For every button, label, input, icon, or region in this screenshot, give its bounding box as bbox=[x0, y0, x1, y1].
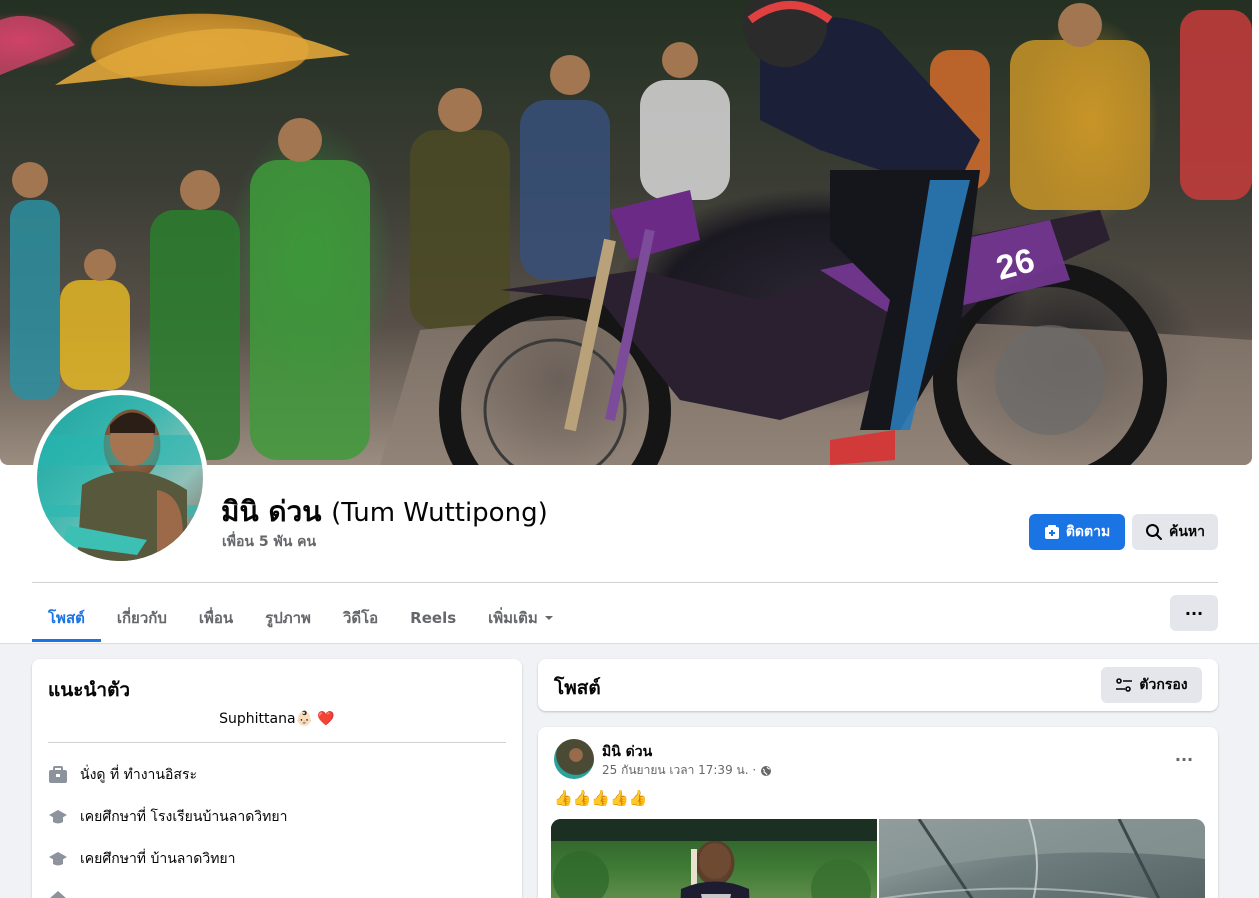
tab-label: เกี่ยวกับ bbox=[116, 609, 167, 627]
tab-label: เพื่อน bbox=[198, 609, 234, 627]
intro-card: แนะนำตัว Suphittana👶🏻 ❤️ นั่งดู ที่ ทำงา… bbox=[32, 659, 522, 898]
cover-photo[interactable]: 26 bbox=[0, 0, 1252, 465]
intro-item-education-1: เคยศึกษาที่ โรงเรียนบ้านลาดวิทยา bbox=[48, 806, 287, 828]
post-card: มินิ ด่วน 25 กันยายน เวลา 17:39 น. · ···… bbox=[538, 727, 1218, 898]
post-photo-1[interactable] bbox=[551, 819, 877, 898]
tab-label: Reels bbox=[410, 609, 457, 627]
tab-reels[interactable]: Reels bbox=[394, 594, 472, 642]
tab-label: รูปภาพ bbox=[265, 609, 311, 627]
tabs-bottom-border bbox=[0, 643, 1259, 644]
briefcase-icon bbox=[48, 765, 68, 785]
intro-item-partial bbox=[48, 889, 68, 898]
tab-photos[interactable]: รูปภาพ bbox=[249, 594, 327, 642]
post-photo-2-image bbox=[879, 819, 1205, 898]
filter-icon bbox=[1115, 677, 1133, 693]
intro-item-work: นั่งดู ที่ ทำงานอิสระ bbox=[48, 764, 197, 786]
follow-icon bbox=[1044, 524, 1060, 540]
intro-bio: Suphittana👶🏻 ❤️ bbox=[219, 711, 335, 727]
header-divider bbox=[32, 582, 1218, 583]
tab-friends[interactable]: เพื่อน bbox=[183, 594, 249, 642]
posts-title: โพสต์ bbox=[554, 677, 601, 699]
search-button[interactable]: ค้นหา bbox=[1132, 514, 1218, 550]
tab-about[interactable]: เกี่ยวกับ bbox=[101, 594, 183, 642]
follow-label: ติดตาม bbox=[1065, 524, 1111, 540]
tab-videos[interactable]: วิดีโอ bbox=[327, 594, 394, 642]
post-text: 👍👍👍👍👍 bbox=[554, 789, 648, 807]
tab-label: โพสต์ bbox=[48, 609, 85, 627]
profile-avatar[interactable] bbox=[37, 395, 203, 561]
friends-count[interactable]: เพื่อน 5 พัน คน bbox=[222, 531, 316, 553]
tab-more[interactable]: เพิ่มเติม bbox=[472, 594, 570, 642]
intro-item-text: เคยศึกษาที่ บ้านลาดวิทยา bbox=[80, 851, 236, 867]
profile-more-button[interactable]: ··· bbox=[1170, 595, 1218, 631]
intro-item-text: นั่งดู ที่ ทำงานอิสระ bbox=[80, 767, 197, 783]
profile-alt-name: (Tum Wuttipong) bbox=[331, 498, 548, 528]
profile-name: มินิ ด่วน (Tum Wuttipong) bbox=[221, 490, 548, 534]
post-photo-2[interactable] bbox=[879, 819, 1205, 898]
post-more-button[interactable]: ··· bbox=[1170, 745, 1198, 773]
tab-label: เพิ่มเติม bbox=[488, 609, 538, 627]
profile-avatar-image bbox=[37, 412, 203, 561]
more-dots-icon: ··· bbox=[1184, 603, 1204, 623]
intro-item-text: เคยศึกษาที่ โรงเรียนบ้านลาดวิทยา bbox=[80, 809, 288, 825]
cover-photo-image: 26 bbox=[0, 0, 1252, 465]
search-icon bbox=[1145, 523, 1163, 541]
graduation-cap-icon bbox=[48, 807, 68, 827]
search-label: ค้นหา bbox=[1168, 524, 1206, 540]
caret-down-icon bbox=[544, 613, 554, 623]
filter-label: ตัวกรอง bbox=[1139, 677, 1188, 693]
globe-icon bbox=[760, 765, 772, 777]
post-author-name[interactable]: มินิ ด่วน bbox=[602, 741, 652, 763]
filter-button[interactable]: ตัวกรอง bbox=[1101, 667, 1202, 703]
more-dots-icon: ··· bbox=[1174, 749, 1194, 769]
post-author-avatar[interactable] bbox=[554, 739, 594, 779]
follow-button[interactable]: ติดตาม bbox=[1029, 514, 1125, 550]
post-meta: 25 กันยายน เวลา 17:39 น. · bbox=[602, 761, 772, 780]
bio-divider bbox=[48, 742, 506, 743]
post-photo-1-image bbox=[551, 819, 877, 898]
intro-item-education-2: เคยศึกษาที่ บ้านลาดวิทยา bbox=[48, 848, 236, 870]
tab-posts[interactable]: โพสต์ bbox=[32, 594, 101, 642]
profile-tabs: โพสต์ เกี่ยวกับ เพื่อน รูปภาพ วิดีโอ Ree… bbox=[32, 594, 570, 642]
intro-title: แนะนำตัว bbox=[48, 679, 131, 701]
profile-name-text: มินิ ด่วน bbox=[221, 495, 322, 528]
graduation-cap-icon bbox=[48, 849, 68, 869]
post-timestamp[interactable]: 25 กันยายน เวลา 17:39 น. · bbox=[602, 761, 756, 780]
tab-label: วิดีโอ bbox=[342, 609, 379, 627]
home-icon bbox=[48, 889, 68, 898]
posts-header-card: โพสต์ ตัวกรอง bbox=[538, 659, 1218, 711]
